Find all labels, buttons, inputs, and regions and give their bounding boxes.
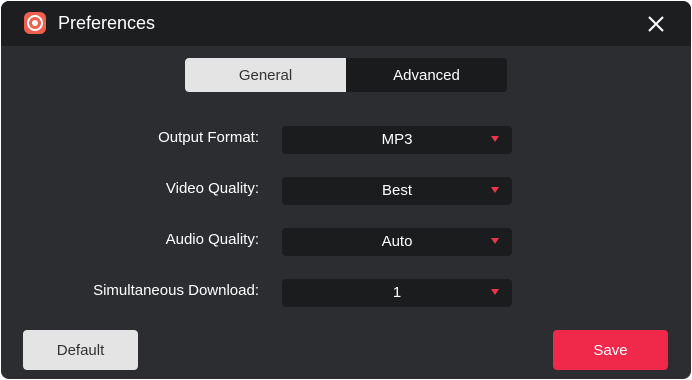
audio-quality-label: Audio Quality: bbox=[165, 231, 259, 248]
audio-quality-value: Auto bbox=[381, 233, 413, 250]
output-format-label: Output Format: bbox=[158, 129, 259, 146]
preferences-dialog: Preferences General Advanced Output Form… bbox=[1, 1, 691, 379]
video-quality-value: Best bbox=[381, 182, 412, 199]
dropdown-caret-icon bbox=[491, 187, 499, 193]
default-button[interactable]: Default bbox=[23, 330, 138, 370]
dialog-title: Preferences bbox=[58, 13, 156, 33]
output-format-value: MP3 bbox=[381, 131, 413, 148]
simultaneous-download-select[interactable]: 1 bbox=[282, 279, 512, 307]
video-quality-select[interactable]: Best bbox=[282, 177, 512, 205]
simultaneous-download-value: 1 bbox=[392, 284, 402, 301]
title-bar: Preferences bbox=[1, 1, 691, 46]
output-format-select[interactable]: MP3 bbox=[282, 126, 512, 154]
dropdown-caret-icon bbox=[491, 238, 499, 244]
tab-general[interactable]: General bbox=[185, 58, 346, 92]
tab-advanced[interactable]: Advanced bbox=[346, 58, 507, 92]
simultaneous-download-label: Simultaneous Download: bbox=[93, 282, 259, 299]
video-quality-label: Video Quality: bbox=[165, 180, 259, 197]
close-button[interactable] bbox=[643, 11, 669, 37]
audio-quality-select[interactable]: Auto bbox=[282, 228, 512, 256]
dropdown-caret-icon bbox=[491, 289, 499, 295]
tab-bar: General Advanced bbox=[185, 58, 507, 92]
dropdown-caret-icon bbox=[491, 136, 499, 142]
close-icon bbox=[648, 16, 664, 32]
app-logo-icon bbox=[24, 12, 46, 34]
save-button[interactable]: Save bbox=[553, 330, 668, 370]
